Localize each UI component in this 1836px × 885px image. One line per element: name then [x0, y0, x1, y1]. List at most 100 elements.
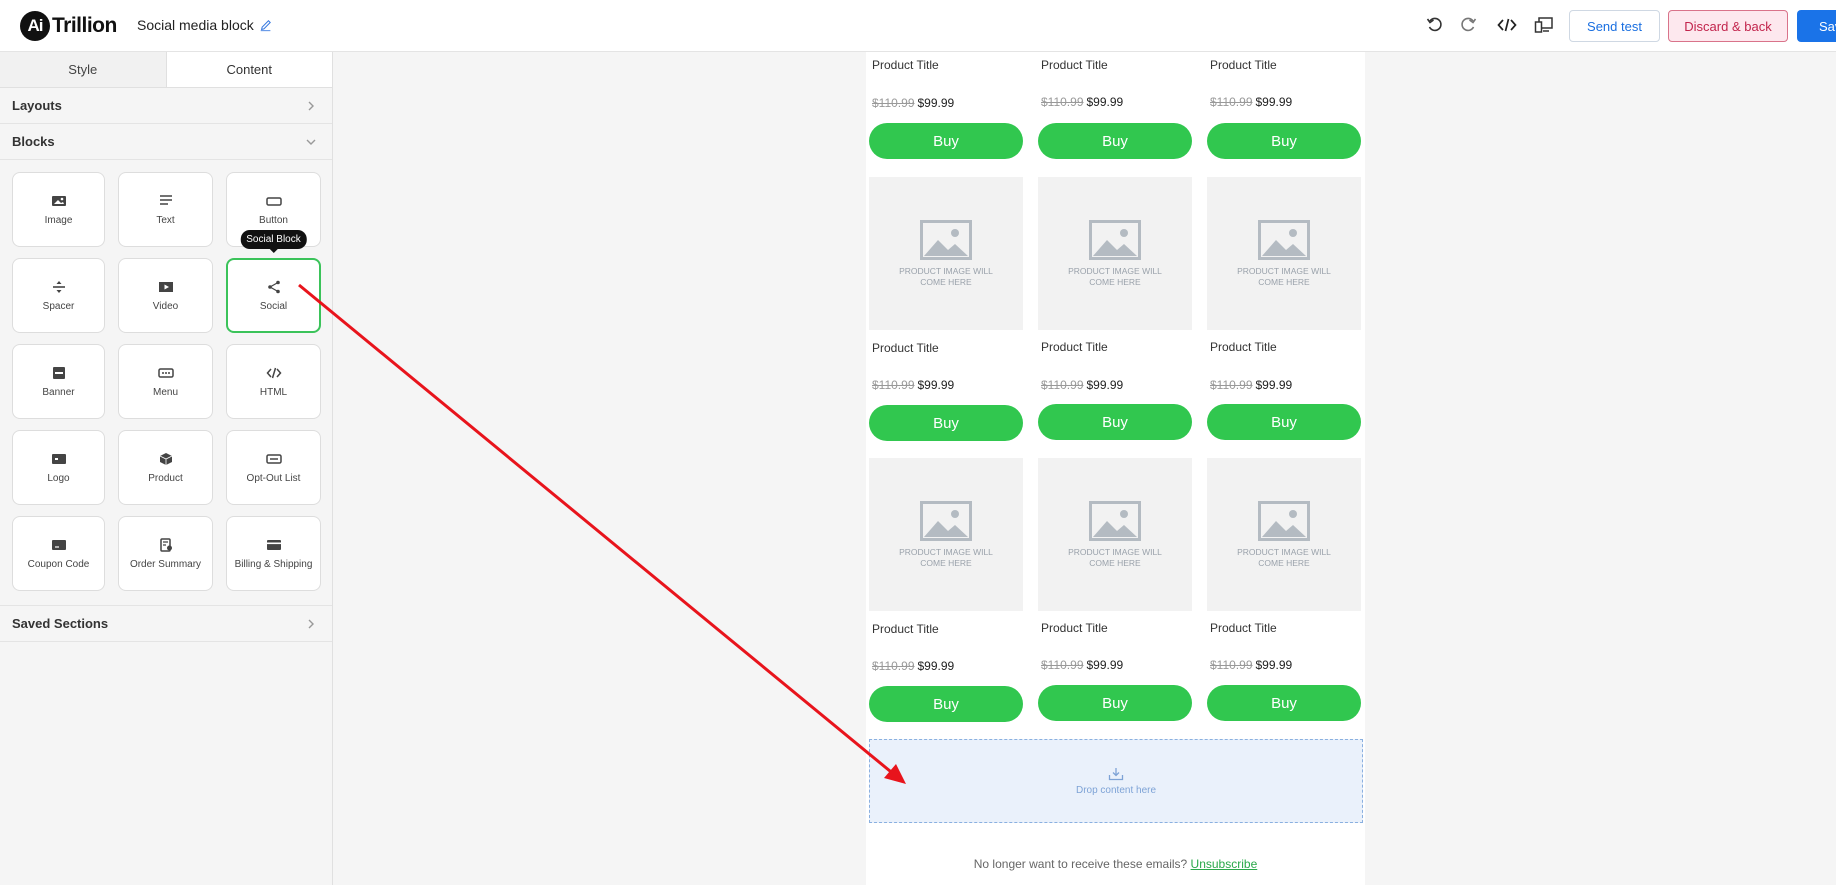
buy-button[interactable]: Buy [869, 405, 1023, 441]
product-title: Product Title [1041, 621, 1108, 635]
image-placeholder-icon [920, 219, 972, 260]
left-sidebar: Style Content Layouts Blocks Image Text … [0, 52, 333, 885]
block-tile-banner[interactable]: Banner [12, 344, 105, 419]
banner-icon [52, 366, 65, 379]
old-price: $110.99 [1210, 658, 1253, 672]
document-title[interactable]: Social media block [137, 17, 273, 33]
buy-button[interactable]: Buy [1207, 404, 1361, 440]
tab-style[interactable]: Style [0, 52, 166, 87]
product-price: $110.99 $99.99 [1210, 378, 1292, 392]
image-placeholder-icon [1258, 219, 1310, 260]
block-tile-spacer[interactable]: Spacer [12, 258, 105, 333]
save-button[interactable]: Save [1797, 10, 1836, 42]
buy-button[interactable]: Buy [1038, 685, 1192, 721]
product-title: Product Title [1210, 340, 1277, 354]
image-placeholder-icon [1258, 500, 1310, 541]
button-icon [265, 196, 282, 206]
pencil-icon[interactable] [259, 18, 273, 32]
block-tile-html[interactable]: HTML [226, 344, 321, 419]
undo-icon[interactable] [1424, 14, 1446, 36]
buy-button[interactable]: Buy [1038, 404, 1192, 440]
image-placeholder-icon [1089, 219, 1141, 260]
block-label: Order Summary [129, 558, 202, 570]
new-price: $99.99 [917, 96, 955, 110]
new-price: $99.99 [1086, 378, 1124, 392]
product-title: Product Title [1210, 58, 1277, 72]
tab-content[interactable]: Content [165, 52, 332, 87]
block-tile-video[interactable]: Video [118, 258, 213, 333]
old-price: $110.99 [1041, 95, 1084, 109]
discard-and-back-button[interactable]: Discard & back [1668, 10, 1788, 42]
arrow-line [298, 283, 897, 778]
drop-zone[interactable]: Drop content here [869, 739, 1363, 823]
saved-sections-toggle[interactable]: Saved Sections [0, 606, 332, 642]
new-price: $99.99 [1255, 95, 1293, 109]
buy-button[interactable]: Buy [1207, 685, 1361, 721]
device-preview-icon[interactable] [1533, 14, 1555, 36]
old-price: $110.99 [1210, 378, 1253, 392]
product-image-placeholder: PRODUCT IMAGE WILL COME HERE [1038, 177, 1192, 330]
block-label: Banner [42, 386, 75, 398]
product-price: $110.99 $99.99 [872, 659, 954, 673]
block-label: Menu [152, 386, 178, 398]
placeholder-text: PRODUCT IMAGE WILL COME HERE [899, 546, 993, 568]
placeholder-text: PRODUCT IMAGE WILL COME HERE [1237, 265, 1331, 287]
block-tile-billing-shipping[interactable]: Billing & Shipping [226, 516, 321, 591]
placeholder-text: PRODUCT IMAGE WILL COME HERE [1237, 546, 1331, 568]
brand-logo[interactable]: Ai Trillion [20, 11, 117, 41]
buy-button[interactable]: Buy [869, 123, 1023, 159]
logo-icon [51, 453, 66, 464]
email-canvas[interactable]: Product Title $110.99 $99.99 Buy Product … [866, 52, 1365, 885]
block-tile-coupon-code[interactable]: Coupon Code [12, 516, 105, 591]
block-label: Billing & Shipping [234, 558, 313, 570]
product-price: $110.99 $99.99 [1041, 95, 1123, 109]
saved-sections-label: Saved Sections [12, 616, 109, 631]
layouts-section-toggle[interactable]: Layouts [0, 88, 332, 124]
block-tile-order-summary[interactable]: Order Summary [118, 516, 213, 591]
block-label: Opt-Out List [246, 472, 301, 484]
block-tile-product[interactable]: Product [118, 430, 213, 505]
image-icon [51, 195, 66, 206]
coupon-icon [51, 539, 66, 550]
billing-icon [266, 539, 281, 550]
product-price: $110.99 $99.99 [872, 378, 954, 392]
text-icon [159, 194, 172, 205]
blocks-section-toggle[interactable]: Blocks [0, 124, 332, 160]
block-tile-text[interactable]: Text [118, 172, 213, 247]
logo-text: Trillion [52, 14, 117, 37]
product-image-placeholder: PRODUCT IMAGE WILL COME HERE [1207, 177, 1361, 330]
send-test-button[interactable]: Send test [1569, 10, 1660, 42]
block-label: HTML [259, 386, 288, 398]
logo-mark: Ai [20, 11, 50, 41]
old-price: $110.99 [872, 378, 915, 392]
block-tile-social[interactable]: Social Block Social [226, 230, 321, 333]
buy-button[interactable]: Buy [869, 686, 1023, 722]
document-title-text: Social media block [137, 17, 254, 33]
video-icon [158, 281, 173, 292]
product-image-placeholder: PRODUCT IMAGE WILL COME HERE [869, 458, 1023, 611]
chevron-right-icon [308, 619, 314, 628]
redo-icon[interactable] [1457, 14, 1479, 36]
image-placeholder-icon [920, 500, 972, 541]
blocks-label: Blocks [12, 134, 55, 149]
product-icon [159, 452, 172, 465]
block-label: Social [259, 300, 288, 312]
buy-button[interactable]: Buy [1038, 123, 1192, 159]
product-price: $110.99 $99.99 [1210, 95, 1292, 109]
buy-button[interactable]: Buy [1207, 123, 1361, 159]
chevron-down-icon [306, 139, 316, 145]
unsubscribe-link[interactable]: Unsubscribe [1191, 857, 1258, 871]
block-tile-opt-out-list[interactable]: Opt-Out List [226, 430, 321, 505]
drop-zone-label: Drop content here [1075, 784, 1157, 796]
block-tile-image[interactable]: Image [12, 172, 105, 247]
new-price: $99.99 [1255, 378, 1293, 392]
code-view-icon[interactable] [1496, 14, 1518, 36]
chevron-right-icon [308, 101, 314, 110]
block-label: Product [148, 472, 183, 484]
block-tile-menu[interactable]: Menu [118, 344, 213, 419]
old-price: $110.99 [872, 659, 915, 673]
layouts-label: Layouts [12, 98, 62, 113]
block-label: Video [152, 300, 179, 312]
product-image-placeholder: PRODUCT IMAGE WILL COME HERE [1038, 458, 1192, 611]
block-tile-logo[interactable]: Logo [12, 430, 105, 505]
